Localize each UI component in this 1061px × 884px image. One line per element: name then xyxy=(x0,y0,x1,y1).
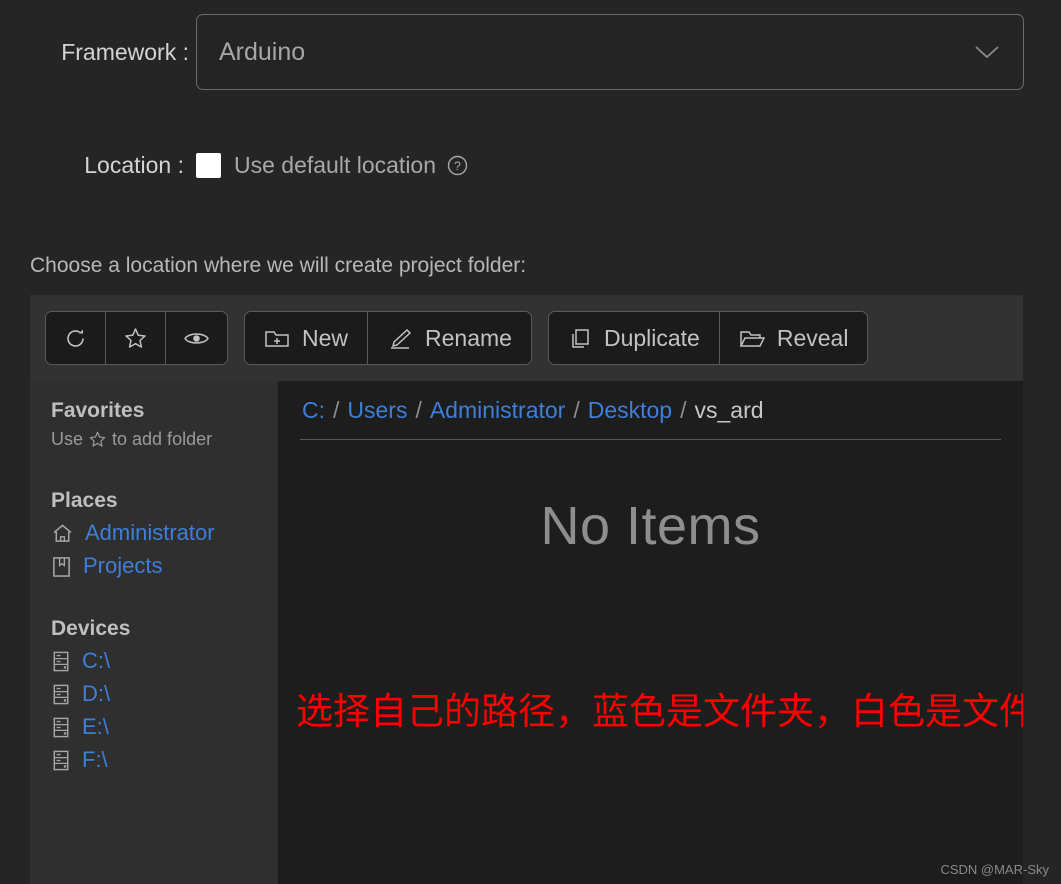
new-rename-button-group: New Rename xyxy=(244,311,532,365)
favorites-hint: Use to add folder xyxy=(51,429,278,450)
breadcrumb-separator: / xyxy=(573,396,580,423)
use-default-location-checkbox[interactable] xyxy=(196,153,221,178)
breadcrumb: C: / Users / Administrator / Desktop / v… xyxy=(300,381,1001,440)
eye-icon xyxy=(183,326,210,351)
devices-header: Devices xyxy=(51,617,131,640)
reveal-button-label: Reveal xyxy=(776,324,849,351)
refresh-icon xyxy=(63,326,88,351)
breadcrumb-item-administrator[interactable]: Administrator xyxy=(430,397,565,424)
places-header: Places xyxy=(51,489,118,512)
drive-icon xyxy=(51,683,71,706)
framework-label: Framework : xyxy=(61,38,189,65)
location-label: Location : xyxy=(84,152,184,178)
question-circle-icon[interactable]: ? xyxy=(447,155,468,176)
sidebar-item-drive-e[interactable]: E:\ xyxy=(51,714,278,740)
framework-field-row: Framework : Arduino xyxy=(0,14,1030,90)
location-field-row: Location : Use default location ? xyxy=(0,152,700,179)
sidebar-item-label: D:\ xyxy=(82,681,111,706)
watermark: CSDN @MAR-Sky xyxy=(940,862,1049,877)
sidebar-item-label: F:\ xyxy=(82,747,108,772)
rename-button-label: Rename xyxy=(425,324,512,351)
annotation-overlay-text: 选择自己的路径，蓝色是文件夹，白色是文件 xyxy=(296,690,1023,733)
breadcrumb-separator: / xyxy=(415,396,422,423)
duplicate-reveal-button-group: Duplicate Reveal xyxy=(547,311,869,365)
sidebar-item-label: E:\ xyxy=(82,714,109,739)
duplicate-button[interactable]: Duplicate xyxy=(548,312,720,364)
breadcrumb-separator: / xyxy=(333,396,340,423)
file-browser-body: Favorites Use to add folder Places Admin… xyxy=(30,381,1023,884)
new-button[interactable]: New xyxy=(245,312,369,364)
copy-icon xyxy=(568,327,592,350)
drive-icon xyxy=(51,716,71,739)
file-browser-toolbar: New Rename Duplicate Reveal xyxy=(30,295,1023,381)
breadcrumb-item-c[interactable]: C: xyxy=(302,397,325,424)
sidebar-item-label: Projects xyxy=(83,553,163,578)
breadcrumb-separator: / xyxy=(680,396,687,423)
reveal-button[interactable]: Reveal xyxy=(719,312,868,364)
chevron-down-icon xyxy=(973,43,1001,61)
svg-text:?: ? xyxy=(454,159,461,173)
folder-plus-icon xyxy=(264,327,290,350)
file-browser-sidebar: Favorites Use to add folder Places Admin… xyxy=(30,381,278,884)
drive-icon xyxy=(51,650,71,673)
framework-selected-value: Arduino xyxy=(219,37,306,66)
file-browser-panel: New Rename Duplicate Reveal Favorites Us… xyxy=(30,295,1023,884)
choose-location-hint: Choose a location where we will create p… xyxy=(30,254,527,277)
sidebar-item-label: Administrator xyxy=(85,520,215,545)
favorites-header: Favorites xyxy=(51,399,145,422)
home-icon xyxy=(51,522,74,545)
breadcrumb-item-users[interactable]: Users xyxy=(347,397,407,424)
pencil-icon xyxy=(387,327,413,350)
visibility-button[interactable] xyxy=(166,312,227,364)
breadcrumb-item-vs-ard[interactable]: vs_ard xyxy=(694,397,763,424)
favorites-hint-after: to add folder xyxy=(112,429,213,449)
sidebar-item-drive-d[interactable]: D:\ xyxy=(51,681,278,707)
duplicate-button-label: Duplicate xyxy=(603,324,700,351)
rename-button[interactable]: Rename xyxy=(368,312,531,364)
star-icon xyxy=(123,326,148,351)
use-default-location-label: Use default location xyxy=(234,152,437,178)
sidebar-item-drive-f[interactable]: F:\ xyxy=(51,747,278,773)
sidebar-item-projects[interactable]: Projects xyxy=(51,553,278,579)
new-button-label: New xyxy=(302,324,349,351)
favorites-hint-before: Use xyxy=(51,429,84,449)
drive-icon xyxy=(51,749,71,772)
refresh-button[interactable] xyxy=(46,312,106,364)
file-browser-content: C: / Users / Administrator / Desktop / v… xyxy=(278,381,1023,884)
breadcrumb-item-desktop[interactable]: Desktop xyxy=(588,397,672,424)
favorite-button[interactable] xyxy=(106,312,166,364)
sidebar-item-label: C:\ xyxy=(82,648,111,673)
sidebar-item-administrator[interactable]: Administrator xyxy=(51,520,278,546)
sidebar-item-drive-c[interactable]: C:\ xyxy=(51,648,278,674)
empty-state-message: No Items xyxy=(540,496,761,556)
book-icon xyxy=(51,555,72,578)
star-icon xyxy=(88,430,107,449)
folder-open-icon xyxy=(739,327,765,350)
icon-button-group xyxy=(45,311,228,365)
framework-select[interactable]: Arduino xyxy=(196,14,1024,90)
